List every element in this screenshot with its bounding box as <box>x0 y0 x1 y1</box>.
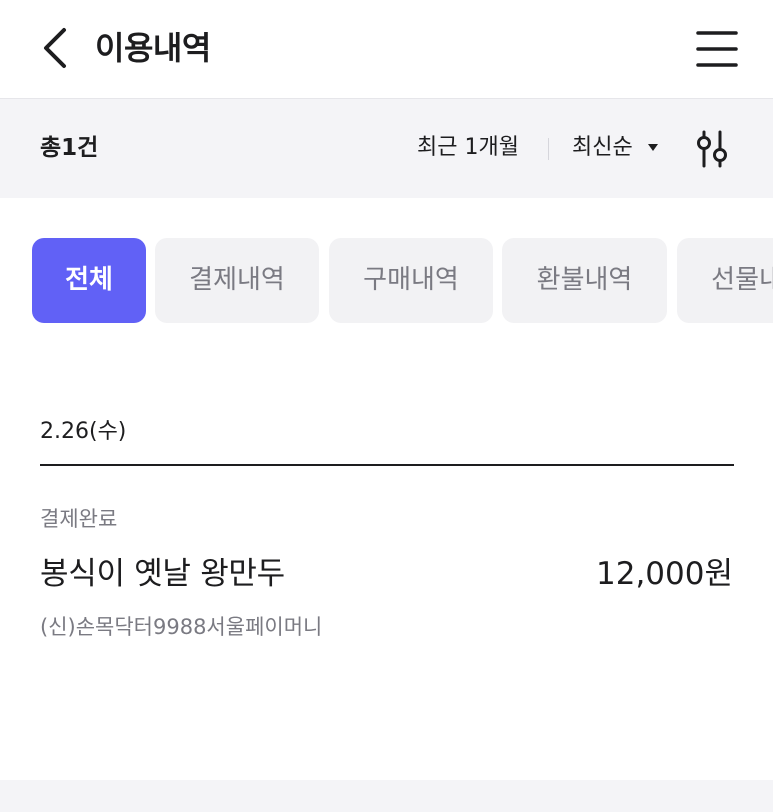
filter-bar: 총1건 최근 1개월 최신순 <box>0 99 773 198</box>
transaction-status: 결제완료 <box>40 507 118 531</box>
tab-purchases[interactable]: 구매내역 <box>329 238 493 323</box>
sliders-icon <box>697 130 727 168</box>
tab-payments[interactable]: 결제내역 <box>155 238 319 323</box>
transaction-merchant: (신)손목닥터9988서울페이머니 <box>40 615 323 639</box>
chevron-left-icon <box>44 28 66 68</box>
caret-down-icon[interactable] <box>648 144 658 151</box>
transaction-amount: 12,000원 <box>596 556 733 592</box>
date-header: 2.26(수) <box>40 419 127 444</box>
bottom-band <box>0 780 773 812</box>
sort-selector[interactable]: 최신순 <box>572 133 633 163</box>
menu-button[interactable] <box>694 28 740 70</box>
tab-all[interactable]: 전체 <box>32 238 146 323</box>
page-title: 이용내역 <box>95 29 211 67</box>
tab-gifts[interactable]: 선물내역 <box>677 238 773 323</box>
category-tabs: 전체 결제내역 구매내역 환불내역 선물내역 <box>32 238 773 323</box>
back-button[interactable] <box>36 26 76 70</box>
app-header: 이용내역 <box>0 0 773 99</box>
period-selector[interactable]: 최근 1개월 <box>417 133 519 163</box>
hamburger-menu-icon <box>696 31 738 67</box>
date-divider <box>40 464 734 466</box>
filter-button[interactable] <box>694 129 730 169</box>
total-count: 총1건 <box>40 135 99 161</box>
divider <box>548 138 549 160</box>
tab-refunds[interactable]: 환불내역 <box>502 238 667 323</box>
transaction-name: 봉식이 옛날 왕만두 <box>40 556 285 592</box>
